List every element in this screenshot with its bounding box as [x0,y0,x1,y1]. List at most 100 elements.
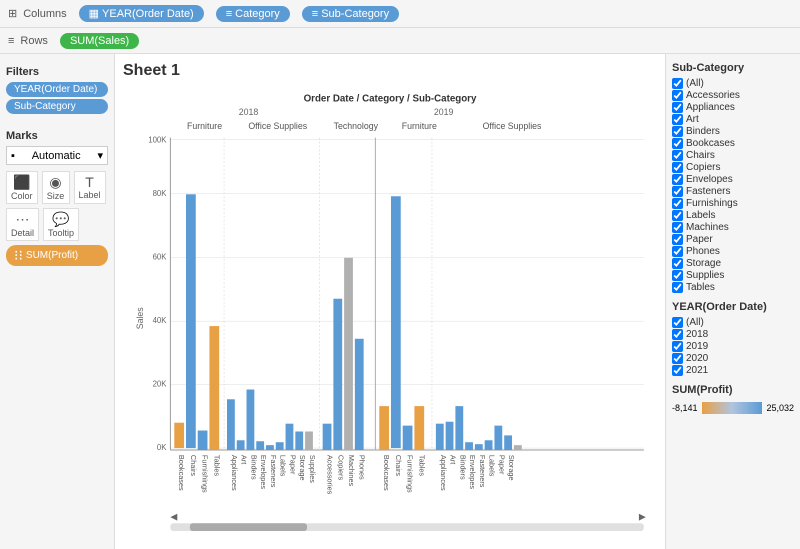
cb-fasteners: Fasteners [672,186,794,197]
table-icon2: ≡ [312,8,318,20]
cb-tables-input[interactable] [672,282,683,293]
chart-container: Order Date / Category / Sub-Category 201… [123,84,657,533]
label-button[interactable]: T Label [74,171,106,204]
xlabel-furnishings-2019: Furnishings [406,455,415,493]
columns-grid-icon: ⊞ [8,7,17,20]
xlabel-envelopes-2019: Envelopes [468,455,477,489]
cb-paper-label: Paper [686,234,713,245]
sum-profit-legend-title: SUM(Profit) [672,384,794,396]
bar-chart-icon: ▪ [11,150,15,162]
xlabel-machines-2018: Machines [347,455,356,487]
label-icon: T [85,174,94,190]
y-tick-100k: 100K [148,136,167,145]
marks-type-dropdown[interactable]: ▪ Automatic ▾ [6,146,108,165]
y-tick-20k: 20K [153,380,168,389]
cb-2019: 2019 [672,341,794,352]
xlabel-phones-2018: Phones [358,455,367,480]
cb-labels-input[interactable] [672,210,683,221]
color-button[interactable]: ⬛ Color [6,171,38,204]
scroll-thumb[interactable] [190,523,307,531]
tooltip-button[interactable]: 💬 Tooltip [43,208,79,241]
cb-art-input[interactable] [672,114,683,125]
cb-chairs-label: Chairs [686,150,715,161]
right-panel: Sub-Category (All) Accessories Appliance… [665,54,800,549]
cb-bookcases: Bookcases [672,138,794,149]
size-button[interactable]: ◉ Size [42,171,70,204]
cb-binders-input[interactable] [672,126,683,137]
sub-category-filter-title: Sub-Category [672,62,794,74]
bar-copiers-2018 [333,299,342,450]
cb-fasteners-input[interactable] [672,186,683,197]
bar-chairs-2019 [391,196,401,448]
cb-all-year: (All) [672,317,794,328]
cb-2021-input[interactable] [672,365,683,376]
bar-supplies-2018 [305,431,313,450]
bar-accessories-2018 [323,424,332,450]
legend-gradient [702,402,763,414]
bar-art-2019 [446,422,454,450]
xlabel-paper-2019: Paper [497,455,506,475]
xlabel-labels-2018: Labels [279,455,288,477]
cb-all-year-label: (All) [686,317,704,328]
scroll-left-arrow[interactable]: ◀ [170,511,177,521]
bar-chairs-2018 [186,194,196,448]
cb-all-year-input[interactable] [672,317,683,328]
cb-chairs-input[interactable] [672,150,683,161]
filter-year[interactable]: YEAR(Order Date) [6,82,108,97]
sum-sales-pill[interactable]: SUM(Sales) [60,33,139,49]
xlabel-copiers-2018: Copiers [336,455,345,481]
cat-officesupplies-2019: Office Supplies [483,121,542,131]
scroll-right-arrow[interactable]: ▶ [639,511,646,521]
cb-paper-input[interactable] [672,234,683,245]
cb-envelopes-input[interactable] [672,174,683,185]
cb-2018-input[interactable] [672,329,683,340]
cb-2019-input[interactable] [672,341,683,352]
cb-copiers-input[interactable] [672,162,683,173]
filters-title: Filters [6,66,108,78]
sum-profit-pill[interactable]: ⁝⁝ SUM(Profit) [6,245,108,266]
cb-storage: Storage [672,258,794,269]
cb-2019-label: 2019 [686,341,708,352]
year-order-date-pill[interactable]: ▦ YEAR(Order Date) [79,5,204,22]
detail-button[interactable]: ⋯ Detail [6,208,39,241]
cb-all-subcategory-input[interactable] [672,78,683,89]
sub-category-pill[interactable]: ≡ Sub-Category [302,6,399,22]
cb-appliances-input[interactable] [672,102,683,113]
cb-furnishings-input[interactable] [672,198,683,209]
bar-storage-2018 [295,431,303,450]
category-pill[interactable]: ≡ Category [216,6,290,22]
cb-labels-label: Labels [686,210,715,221]
y-tick-0k: 0K [157,443,167,452]
cb-tables: Tables [672,282,794,293]
cb-copiers-label: Copiers [686,162,720,173]
y-tick-40k: 40K [153,316,168,325]
bar-storage-2019 [504,435,512,450]
cb-labels: Labels [672,210,794,221]
cb-supplies-input[interactable] [672,270,683,281]
xlabel-storage-2019: Storage [507,455,516,481]
xlabel-appliances-2018: Appliances [230,455,239,491]
cb-envelopes-label: Envelopes [686,174,733,185]
xlabel-fasteners-2019: Fasteners [478,455,487,488]
cb-storage-input[interactable] [672,258,683,269]
cb-machines-input[interactable] [672,222,683,233]
chart-area: Sheet 1 Order Date / Category / Sub-Cate… [115,54,665,549]
filter-subcategory[interactable]: Sub-Category [6,99,108,114]
bar-envelopes-2019 [465,442,473,450]
cb-2020-input[interactable] [672,353,683,364]
color-legend: -8,141 25,032 [672,402,794,414]
legend-min: -8,141 [672,403,698,413]
cb-machines: Machines [672,222,794,233]
cb-bookcases-input[interactable] [672,138,683,149]
cb-2020-label: 2020 [686,353,708,364]
rows-grid-icon: ≡ [8,35,14,47]
size-icon: ◉ [49,174,61,191]
xlabel-appliances-2019: Appliances [439,455,448,491]
cb-accessories-input[interactable] [672,90,683,101]
left-panel: Filters YEAR(Order Date) Sub-Category Ma… [0,54,115,549]
detail-icon: ⋯ [16,211,30,228]
chevron-down-icon: ▾ [97,149,103,162]
cb-binders: Binders [672,126,794,137]
cb-phones-input[interactable] [672,246,683,257]
cb-supplies-label: Supplies [686,270,724,281]
